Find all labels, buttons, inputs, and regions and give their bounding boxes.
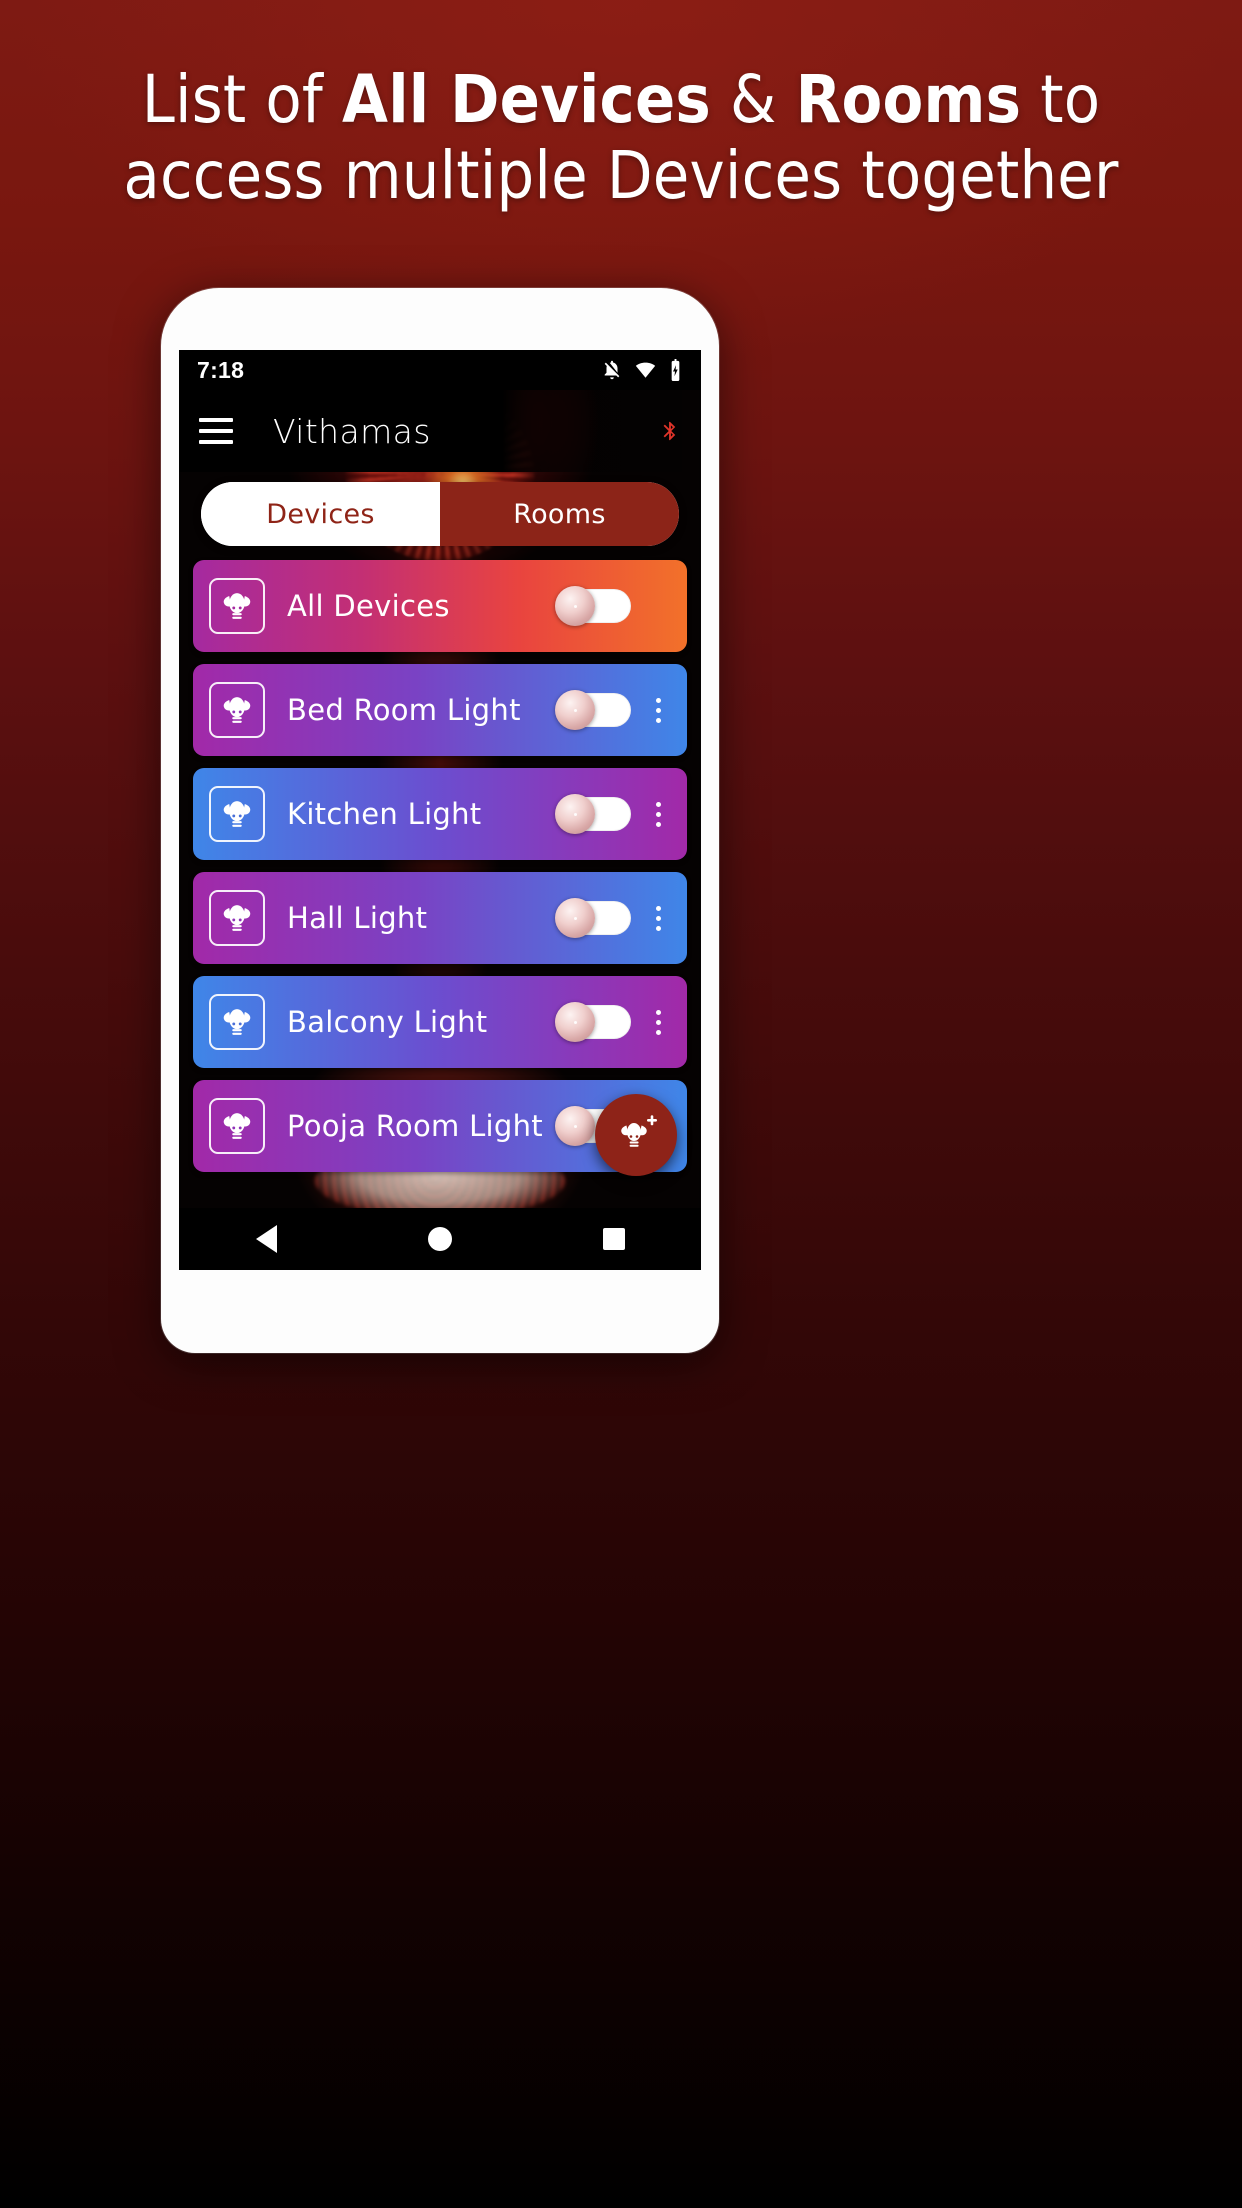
promo-background: List of All Devices & Rooms to access mu…: [0, 0, 1242, 2208]
power-toggle[interactable]: [555, 586, 631, 626]
battery-charging-icon: [671, 358, 680, 381]
list-item-label: Pooja Room Light: [287, 1109, 543, 1143]
list-item-controls: [555, 1002, 675, 1042]
light-bulb-icon: [209, 890, 265, 946]
list-item-controls: [555, 794, 675, 834]
list-item[interactable]: Balcony Light: [193, 976, 687, 1068]
power-toggle[interactable]: [555, 690, 631, 730]
recents-square-icon: [603, 1228, 625, 1250]
home-button[interactable]: [395, 1208, 485, 1270]
home-circle-icon: [428, 1227, 452, 1251]
status-bar-icons: [601, 358, 683, 382]
status-bar-clock: 7:18: [197, 356, 245, 383]
list-item-label: Balcony Light: [287, 1005, 488, 1039]
list-item-controls: [555, 690, 675, 730]
headline-bold-rooms: Rooms: [795, 61, 1022, 138]
list-item-label: All Devices: [287, 589, 450, 623]
back-button[interactable]: [221, 1208, 311, 1270]
list-item-controls: [555, 586, 675, 626]
back-triangle-icon: [255, 1225, 277, 1253]
overflow-menu-icon[interactable]: [641, 801, 675, 827]
light-bulb-icon: [209, 1098, 265, 1154]
app-title: Vithamas: [273, 411, 431, 451]
tab-devices[interactable]: Devices: [201, 482, 440, 546]
overflow-menu-icon[interactable]: [641, 697, 675, 723]
headline-prefix: List of: [141, 61, 343, 138]
tab-rooms[interactable]: Rooms: [440, 482, 679, 546]
app-bar: Vithamas: [179, 390, 701, 472]
hamburger-menu-icon[interactable]: [199, 418, 233, 444]
power-toggle[interactable]: [555, 1002, 631, 1042]
phone-screen: 7:18 Vithamas Devices Rooms All Devices …: [179, 350, 701, 1270]
headline-bold-all-devices: All Devices: [342, 61, 711, 138]
headline-suffix: to: [1021, 61, 1101, 138]
add-device-fab[interactable]: [595, 1094, 677, 1176]
light-bulb-icon: [209, 682, 265, 738]
list-item-label: Hall Light: [287, 901, 428, 935]
overflow-menu-icon[interactable]: [641, 905, 675, 931]
light-bulb-icon: [209, 578, 265, 634]
toggle-knob: [555, 1002, 595, 1042]
power-toggle[interactable]: [555, 794, 631, 834]
add-bulb-icon: [621, 1115, 657, 1147]
device-list: All Devices Bed Room Light Kitchen Light…: [179, 560, 701, 1184]
headline-line-2: access multiple Devices together: [123, 137, 1119, 214]
headline-mid: &: [711, 61, 796, 138]
list-item[interactable]: All Devices: [193, 560, 687, 652]
toggle-knob: [555, 690, 595, 730]
segmented-tab-control: Devices Rooms: [201, 482, 679, 546]
toggle-knob: [555, 586, 595, 626]
android-nav-bar: [179, 1208, 701, 1270]
phone-mockup: 7:18 Vithamas Devices Rooms All Devices …: [161, 288, 719, 1353]
wifi-icon: [635, 362, 656, 378]
promo-headline: List of All Devices & Rooms to access mu…: [0, 62, 1242, 214]
light-bulb-icon: [209, 994, 265, 1050]
toggle-knob: [555, 1106, 595, 1146]
headline-line-1: List of All Devices & Rooms to: [20, 62, 1222, 138]
notifications-off-icon: [604, 360, 620, 380]
status-bar: 7:18: [179, 350, 701, 390]
toggle-knob: [555, 794, 595, 834]
recents-button[interactable]: [569, 1208, 659, 1270]
light-bulb-icon: [209, 786, 265, 842]
list-item-label: Kitchen Light: [287, 797, 482, 831]
list-item-label: Bed Room Light: [287, 693, 521, 727]
list-item[interactable]: Hall Light: [193, 872, 687, 964]
overflow-menu-icon[interactable]: [641, 1009, 675, 1035]
power-toggle[interactable]: [555, 898, 631, 938]
toggle-knob: [555, 898, 595, 938]
list-item[interactable]: Kitchen Light: [193, 768, 687, 860]
list-item-controls: [555, 898, 675, 938]
list-item[interactable]: Bed Room Light: [193, 664, 687, 756]
bluetooth-icon[interactable]: [659, 414, 681, 448]
